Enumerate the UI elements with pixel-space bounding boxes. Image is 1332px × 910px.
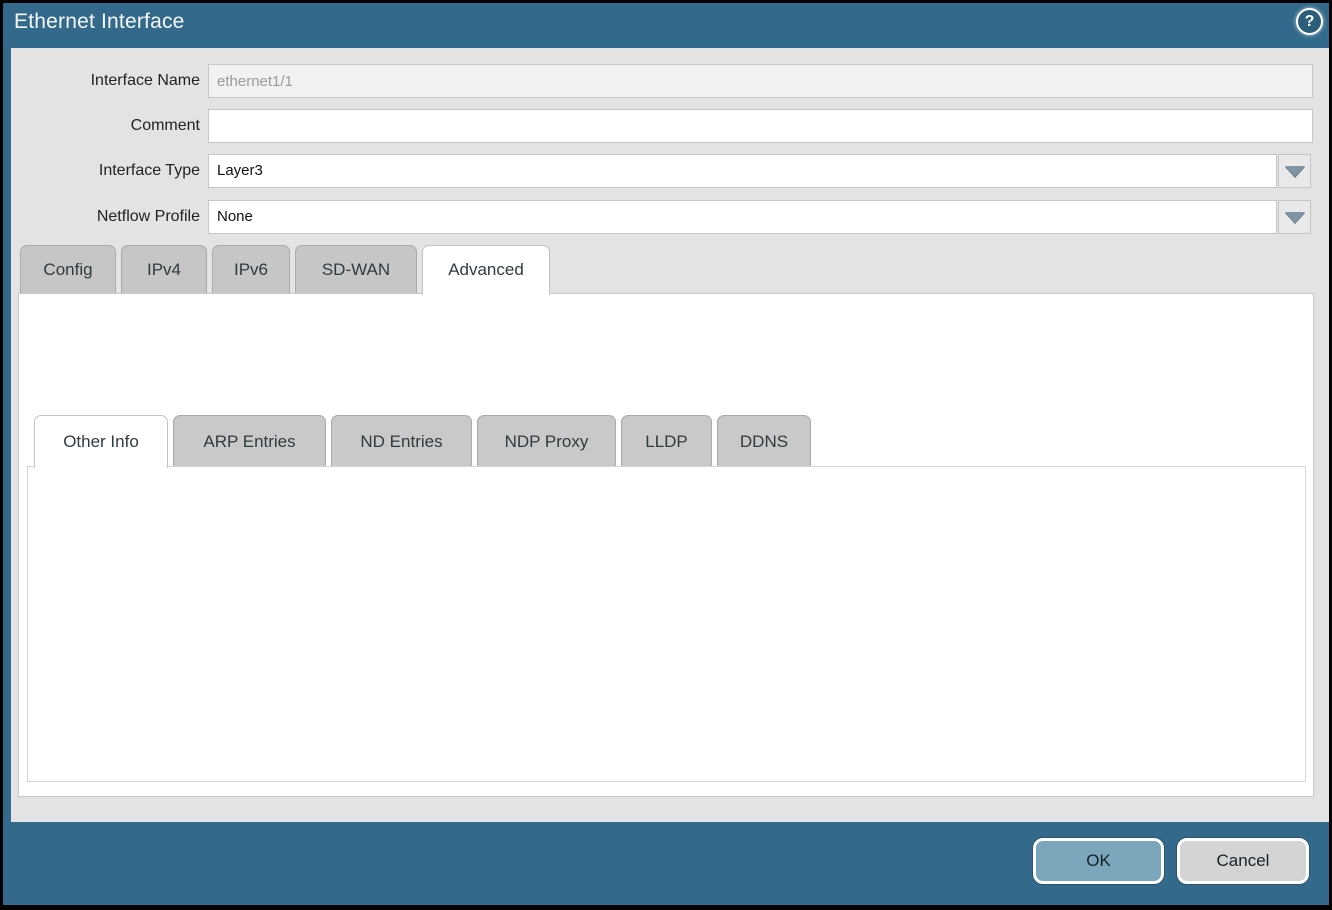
tab-ndp-proxy[interactable]: NDP Proxy	[477, 415, 616, 466]
comment-field[interactable]	[208, 109, 1313, 143]
tab-lldp[interactable]: LLDP	[621, 415, 712, 466]
cancel-button[interactable]: Cancel	[1177, 838, 1309, 884]
netflow-profile-dropdown-button[interactable]	[1278, 200, 1311, 234]
tab-nd-entries[interactable]: ND Entries	[331, 415, 472, 466]
other-info-tab-panel	[27, 466, 1306, 782]
ethernet-interface-dialog: Ethernet Interface ? Interface Name Comm…	[0, 0, 1332, 910]
interface-type-dropdown-button[interactable]	[1278, 154, 1311, 188]
tab-ddns[interactable]: DDNS	[717, 415, 811, 466]
interface-type-select[interactable]: Layer3	[208, 154, 1277, 188]
dialog-title: Ethernet Interface	[14, 10, 185, 34]
chevron-down-icon	[1285, 212, 1305, 223]
tab-ipv4[interactable]: IPv4	[121, 245, 207, 293]
tab-other-info[interactable]: Other Info	[34, 415, 168, 468]
comment-label: Comment	[0, 117, 200, 135]
help-icon[interactable]: ?	[1296, 8, 1323, 35]
tab-arp-entries[interactable]: ARP Entries	[173, 415, 326, 466]
tab-ipv6[interactable]: IPv6	[212, 245, 290, 293]
netflow-profile-label: Netflow Profile	[0, 208, 200, 226]
interface-name-field	[208, 64, 1313, 98]
tab-config[interactable]: Config	[20, 245, 116, 293]
chevron-down-icon	[1285, 166, 1305, 177]
interface-type-label: Interface Type	[0, 162, 200, 180]
interface-name-label: Interface Name	[0, 72, 200, 90]
tab-advanced[interactable]: Advanced	[422, 245, 550, 295]
tab-sdwan[interactable]: SD-WAN	[295, 245, 417, 293]
ok-button[interactable]: OK	[1033, 838, 1164, 884]
netflow-profile-select[interactable]: None	[208, 200, 1277, 234]
